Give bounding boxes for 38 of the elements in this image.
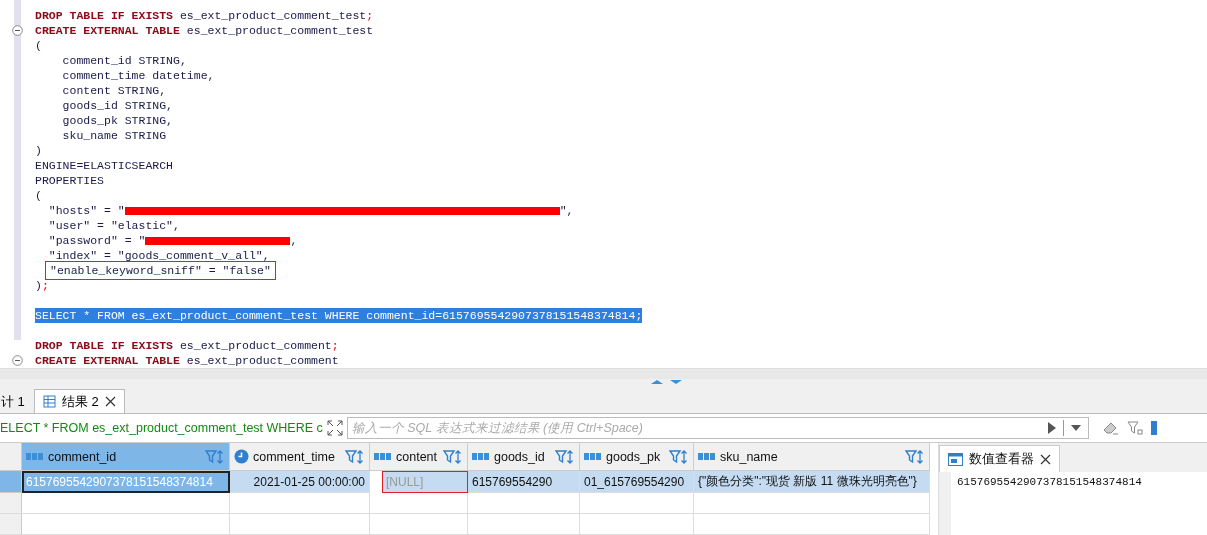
- value-text: 6157695542907378151548374814: [957, 476, 1142, 488]
- result-tab[interactable]: 计 1: [0, 389, 34, 413]
- code-line: content STRING,: [61, 83, 167, 98]
- code-line: DROP TABLE IF EXISTS es_ext_product_comment;: [35, 338, 339, 353]
- code-line: DROP TABLE IF EXISTS es_ext_product_comment_test;: [35, 8, 374, 23]
- code-line: (: [35, 188, 42, 203]
- value-viewer-tab[interactable]: 数值查看器: [939, 445, 1060, 472]
- code-line: PROPERTIES: [35, 173, 104, 188]
- column-header[interactable]: comment_time: [230, 443, 370, 471]
- annotated-code-line: "enable_keyword_sniff" = "false": [47, 263, 274, 278]
- code-line: "index" = "goods_comment_v_all",: [47, 248, 270, 263]
- table-cell[interactable]: 01_615769554290: [580, 471, 694, 493]
- column-header[interactable]: comment_id: [22, 443, 230, 471]
- code-text: "password" = ": [47, 233, 146, 248]
- code-line: goods_pk STRING,: [61, 113, 174, 128]
- column-header[interactable]: goods_id: [468, 443, 580, 471]
- code-line: CREATE EXTERNAL TABLE es_ext_product_comment: [35, 353, 339, 368]
- column-header[interactable]: content: [370, 443, 468, 471]
- code-text: ",: [559, 203, 574, 218]
- query-text: ELECT * FROM es_ext_product_comment_test WHERE c: [0, 421, 323, 435]
- code-text: "hosts" = ": [47, 203, 125, 218]
- table-cell[interactable]: 615769554290: [468, 471, 580, 493]
- code-line: (: [35, 38, 42, 53]
- table-cell[interactable]: {"颜色分类":"现货 新版 11 微珠光明亮色"}: [694, 471, 930, 493]
- code-line: comment_id STRING,: [61, 53, 187, 68]
- code-line: sku_name STRING: [61, 128, 167, 143]
- column-header[interactable]: sku_name: [694, 443, 930, 471]
- code-line: ENGINE=ELASTICSEARCH: [35, 158, 174, 173]
- code-line: );: [35, 278, 49, 293]
- code-line: "user" = "elastic",: [47, 218, 180, 233]
- code-line: goods_id STRING,: [61, 98, 174, 113]
- code-text: ,: [290, 233, 298, 248]
- code-line: ): [35, 143, 42, 158]
- code-line: comment_time datetime,: [61, 68, 215, 83]
- table-cell[interactable]: 2021-01-25 00:00:00: [230, 471, 370, 493]
- column-header[interactable]: goods_pk: [580, 443, 694, 471]
- code-line: CREATE EXTERNAL TABLE es_ext_product_comment_test: [35, 23, 374, 38]
- result-tab[interactable]: 结果 2: [33, 389, 125, 413]
